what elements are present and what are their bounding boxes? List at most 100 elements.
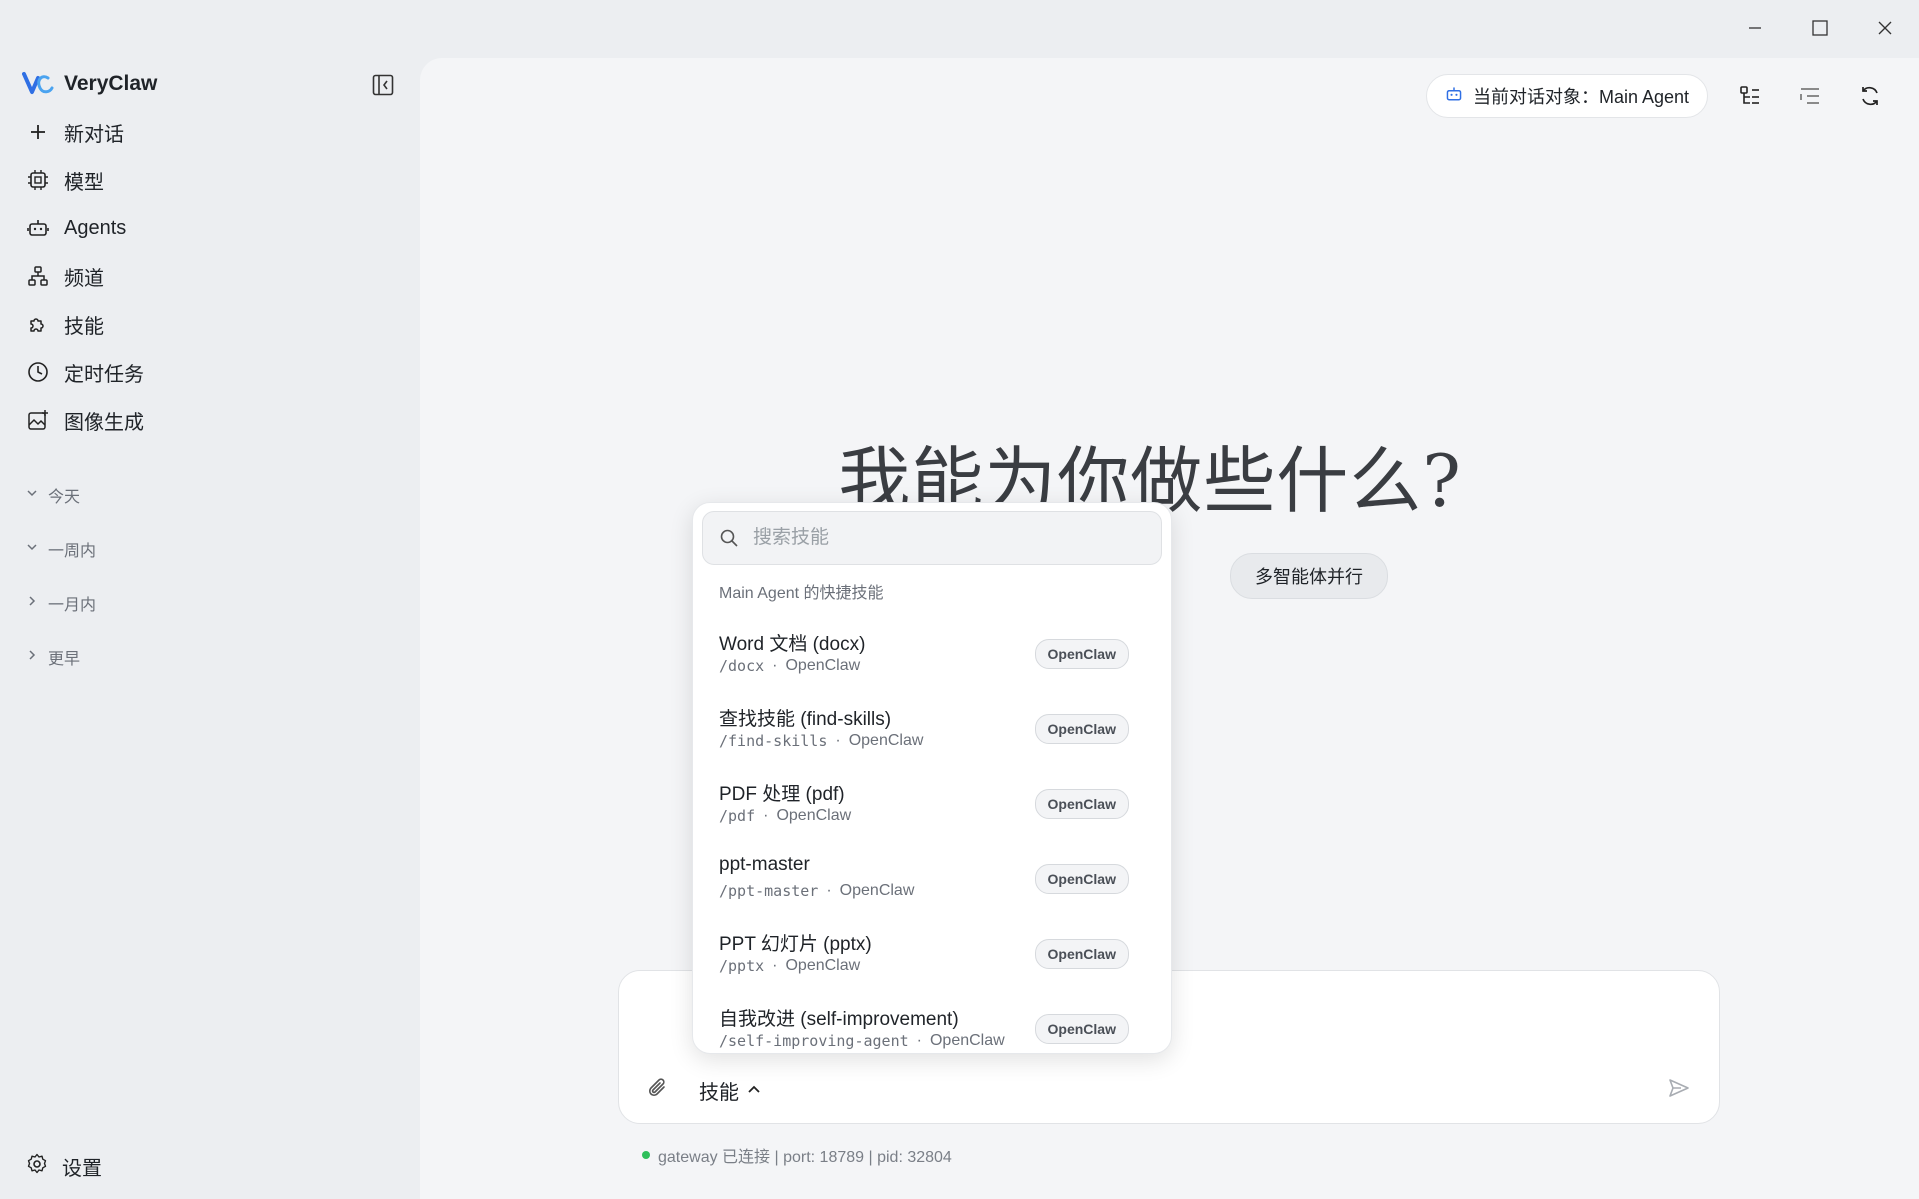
skill-command: /docx xyxy=(719,657,765,675)
sidebar-item-label: 模型 xyxy=(64,171,104,194)
history-group-month[interactable]: 一月内 xyxy=(26,576,96,630)
send-icon xyxy=(1669,1079,1689,1097)
skill-badge: OpenClaw xyxy=(1034,714,1129,744)
refresh-icon xyxy=(1862,86,1878,106)
skill-command: /pptx xyxy=(719,957,765,975)
gateway-status: gateway 已连接 | port: 18789 | pid: 32804 xyxy=(642,1143,952,1167)
skills-toggle-button[interactable]: 技能 xyxy=(699,1076,761,1105)
sidebar-item-label: 定时任务 xyxy=(64,363,144,386)
sidebar-item-label: 技能 xyxy=(64,315,104,338)
skill-name: PPT 幻灯片 (pptx) xyxy=(719,934,872,955)
skill-item-find-skills[interactable]: 查找技能 (find-skills) /find-skills · OpenClaw… xyxy=(693,690,1171,765)
skill-badge: OpenClaw xyxy=(1034,939,1129,969)
skill-meta: /self-improving-agent · OpenClaw xyxy=(719,1032,1005,1050)
status-text: gateway 已连接 | port: 18789 | pid: 32804 xyxy=(658,1149,952,1166)
maximize-button[interactable] xyxy=(1797,8,1843,48)
skills-section-title: Main Agent 的快捷技能 xyxy=(719,585,884,602)
sidebar-item-models[interactable]: 模型 xyxy=(24,156,396,204)
app-logo: VeryClaw xyxy=(22,70,157,98)
sidebar: VeryClaw 新对话 模型 Agents 频道 技能 定时任务 图像生成 今… xyxy=(0,58,420,1199)
robot-icon xyxy=(26,216,50,240)
sidebar-item-new-chat[interactable]: 新对话 xyxy=(24,108,396,156)
settings-button[interactable]: 设置 xyxy=(26,1152,102,1181)
paperclip-icon xyxy=(648,1078,665,1097)
skill-meta: /ppt-master · OpenClaw xyxy=(719,882,914,900)
current-agent-chip[interactable]: 当前对话对象：Main Agent xyxy=(1426,74,1709,118)
skills-list: Word 文档 (docx) /docx · OpenClaw OpenClaw 查… xyxy=(693,615,1171,1053)
list-view-button[interactable] xyxy=(1794,80,1826,112)
skills-toggle-label: 技能 xyxy=(699,1082,739,1104)
settings-label: 设置 xyxy=(62,1158,102,1180)
chevron-up-icon xyxy=(747,1079,761,1102)
sidebar-item-skills[interactable]: 技能 xyxy=(24,300,396,348)
chevron-right-icon xyxy=(26,648,38,666)
skill-item-pptx[interactable]: PPT 幻灯片 (pptx) /pptx · OpenClaw OpenClaw xyxy=(693,915,1171,990)
history-group-week[interactable]: 一周内 xyxy=(26,522,96,576)
skill-source: OpenClaw xyxy=(785,657,861,674)
send-button[interactable] xyxy=(1667,1076,1691,1105)
skills-search-box[interactable] xyxy=(702,511,1162,565)
skill-item-ppt-master[interactable]: ppt-master /ppt-master · OpenClaw OpenClaw xyxy=(693,840,1171,915)
sidebar-item-image-generation[interactable]: 图像生成 xyxy=(24,396,396,444)
quick-action-multi-agent[interactable]: 多智能体并行 xyxy=(1230,553,1388,599)
skill-source: OpenClaw xyxy=(848,732,924,749)
skill-name: 查找技能 (find-skills) xyxy=(719,709,892,730)
veryclaw-logo-icon xyxy=(22,72,54,94)
robot-icon xyxy=(1445,85,1463,108)
meta-separator: · xyxy=(772,657,778,674)
network-icon xyxy=(26,264,50,288)
tree-view-button[interactable] xyxy=(1734,80,1766,112)
skill-item-pdf[interactable]: PDF 处理 (pdf) /pdf · OpenClaw OpenClaw xyxy=(693,765,1171,840)
skill-meta: /find-skills · OpenClaw xyxy=(719,732,923,750)
chevron-down-icon xyxy=(26,486,38,504)
skill-command: /pdf xyxy=(719,807,756,825)
sidebar-item-agents[interactable]: Agents xyxy=(24,204,396,252)
history-groups: 今天 一周内 一月内 更早 xyxy=(26,468,96,684)
list-indent-icon xyxy=(1800,88,1819,104)
minimize-button[interactable] xyxy=(1732,8,1778,48)
sidebar-item-channels[interactable]: 频道 xyxy=(24,252,396,300)
tree-view-icon xyxy=(1740,86,1759,104)
skill-meta: /pdf · OpenClaw xyxy=(719,807,851,825)
meta-separator: · xyxy=(763,807,769,824)
sidebar-item-label: 频道 xyxy=(64,267,104,290)
skill-source: OpenClaw xyxy=(839,882,915,899)
sidebar-item-label: 图像生成 xyxy=(64,411,144,434)
sidebar-item-label: Agents xyxy=(64,216,127,239)
skill-command: /self-improving-agent xyxy=(719,1032,909,1050)
skill-source: OpenClaw xyxy=(929,1032,1005,1049)
maximize-icon xyxy=(1812,20,1828,36)
agent-chip-label: 当前对话对象：Main Agent xyxy=(1473,87,1690,107)
minimize-icon xyxy=(1749,27,1761,29)
skill-source: OpenClaw xyxy=(785,957,861,974)
close-icon xyxy=(1878,21,1892,35)
refresh-button[interactable] xyxy=(1854,80,1886,112)
chevron-down-icon xyxy=(26,540,38,558)
search-icon xyxy=(720,529,738,547)
clock-icon xyxy=(26,360,50,384)
history-group-label: 一月内 xyxy=(48,597,97,614)
skill-command: /ppt-master xyxy=(719,882,819,900)
skill-source: OpenClaw xyxy=(776,807,852,824)
skill-name: Word 文档 (docx) xyxy=(719,634,866,655)
history-group-label: 更早 xyxy=(48,651,81,668)
close-window-button[interactable] xyxy=(1862,8,1908,48)
skill-badge: OpenClaw xyxy=(1034,1014,1129,1044)
skills-popup: Main Agent 的快捷技能 Word 文档 (docx) /docx · Op… xyxy=(692,502,1172,1054)
skill-meta: /pptx · OpenClaw xyxy=(719,957,860,975)
history-group-earlier[interactable]: 更早 xyxy=(26,630,96,684)
skill-badge: OpenClaw xyxy=(1034,639,1129,669)
title-bar xyxy=(0,0,1919,58)
skill-item-docx[interactable]: Word 文档 (docx) /docx · OpenClaw OpenClaw xyxy=(693,615,1171,690)
sidebar-item-scheduled-tasks[interactable]: 定时任务 xyxy=(24,348,396,396)
skill-item-self-improvement[interactable]: 自我改进 (self-improvement) /self-improving-… xyxy=(693,990,1171,1053)
attach-button[interactable] xyxy=(647,1077,669,1104)
chip-icon xyxy=(26,168,50,192)
sidebar-collapse-icon xyxy=(372,74,394,96)
history-group-today[interactable]: 今天 xyxy=(26,468,96,522)
skills-search-input[interactable] xyxy=(751,526,1135,550)
meta-separator: · xyxy=(916,1032,922,1049)
plus-icon xyxy=(26,120,50,144)
skill-meta: /docx · OpenClaw xyxy=(719,657,860,675)
collapse-sidebar-button[interactable] xyxy=(368,70,398,100)
